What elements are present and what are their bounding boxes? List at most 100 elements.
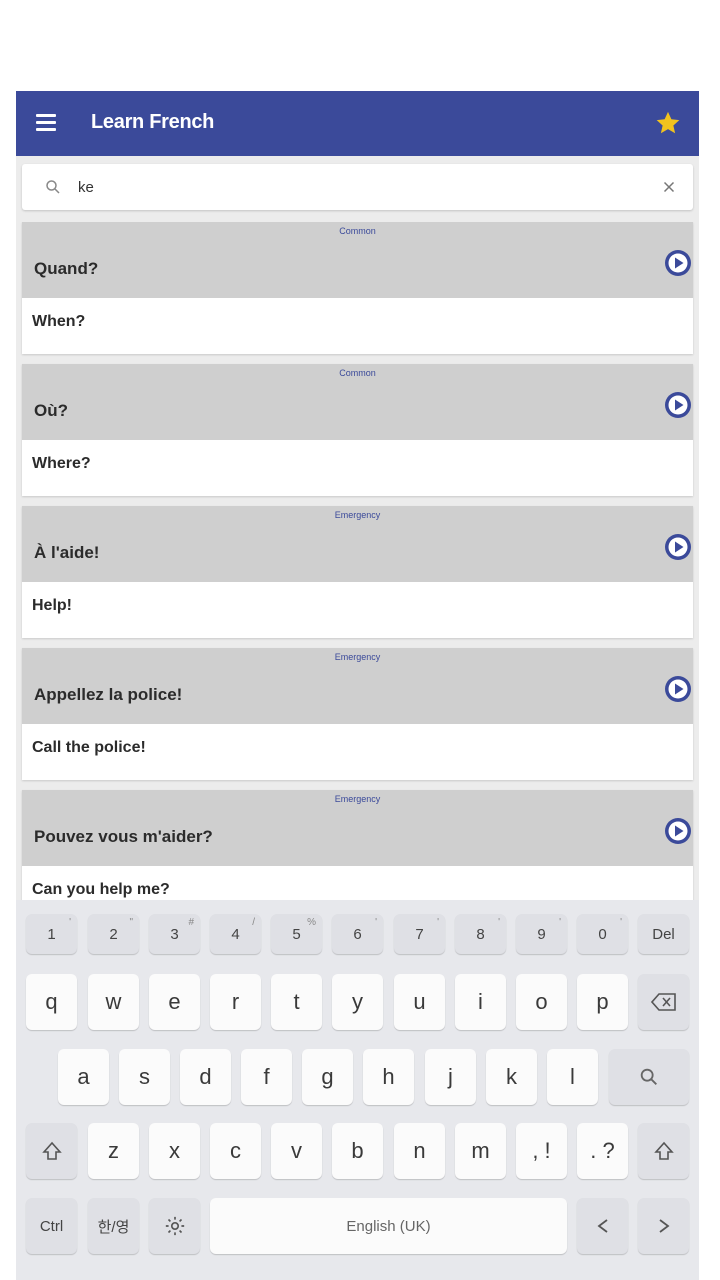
key-z[interactable]: z [88, 1123, 139, 1179]
french-phrase: Où? [34, 401, 68, 420]
key-k[interactable]: k [486, 1049, 537, 1105]
key-f[interactable]: f [241, 1049, 292, 1105]
key-hint: ' [69, 917, 71, 928]
key-c[interactable]: c [210, 1123, 261, 1179]
app-bar: Learn French [16, 91, 699, 156]
backspace-key[interactable] [638, 974, 689, 1030]
search-key[interactable] [609, 1049, 689, 1105]
key-t[interactable]: t [271, 974, 322, 1030]
phrase-card[interactable]: Emergency À l'aide! Help! [22, 506, 693, 638]
key-6[interactable]: 6 ' [332, 914, 383, 954]
key-4[interactable]: 4/ [210, 914, 261, 954]
shift-icon [41, 1141, 62, 1160]
play-circle-icon[interactable] [664, 391, 692, 419]
search-bar [22, 164, 693, 210]
phrase-card[interactable]: Common Où? Where? [22, 364, 693, 496]
key-hint: ' [375, 917, 377, 928]
play-circle-icon[interactable] [664, 249, 692, 277]
key-8[interactable]: 8 ' [455, 914, 506, 954]
shift-key[interactable] [26, 1123, 77, 1179]
play-circle-icon[interactable] [664, 533, 692, 561]
key-label: 6 [353, 925, 362, 943]
play-circle-icon[interactable] [664, 817, 692, 845]
key-label: 0 [598, 925, 607, 943]
key-p[interactable]: p [577, 974, 628, 1030]
category-label: Common [339, 368, 376, 378]
key-o[interactable]: o [516, 974, 567, 1030]
key-7[interactable]: 7 ' [394, 914, 445, 954]
english-translation: Call the police! [32, 739, 146, 756]
search-icon [46, 180, 60, 194]
key-e[interactable]: e [149, 974, 200, 1030]
phrase-card[interactable]: Emergency Pouvez vous m'aider? Can you h… [22, 790, 693, 901]
del-key[interactable]: Del [638, 914, 689, 954]
key-a[interactable]: a [58, 1049, 109, 1105]
phrase-card[interactable]: Common Quand? When? [22, 222, 693, 354]
key-s[interactable]: s [119, 1049, 170, 1105]
key-label: 5 [292, 925, 301, 943]
gear-icon [165, 1216, 184, 1236]
category-label: Emergency [334, 652, 381, 662]
star-icon[interactable] [654, 109, 682, 137]
key-hint: # [188, 917, 194, 928]
app-title: Learn French [91, 111, 215, 133]
space-key[interactable]: English (UK) [210, 1198, 567, 1254]
ctrl-key[interactable]: Ctrl [26, 1198, 77, 1254]
category-label: Emergency [334, 794, 381, 804]
menu-icon[interactable] [36, 114, 56, 132]
key-2[interactable]: 2 " [88, 914, 139, 954]
settings-key[interactable] [149, 1198, 200, 1254]
period-key[interactable]: . ? [577, 1123, 628, 1179]
english-translation: Help! [32, 597, 72, 614]
french-phrase: Appellez la police! [34, 685, 183, 704]
play-circle-icon[interactable] [664, 675, 692, 703]
category-label: Common [339, 226, 376, 236]
key-0[interactable]: 0 ' [577, 914, 628, 954]
key-v[interactable]: v [271, 1123, 322, 1179]
key-9[interactable]: 9 ' [516, 914, 567, 954]
key-l[interactable]: l [547, 1049, 598, 1105]
key-g[interactable]: g [302, 1049, 353, 1105]
key-5[interactable]: 5% [271, 914, 322, 954]
key-b[interactable]: b [332, 1123, 383, 1179]
phrase-header: Emergency À l'aide! [22, 506, 693, 582]
comma-key[interactable]: , ! [516, 1123, 567, 1179]
search-input[interactable] [78, 174, 638, 200]
category-label: Emergency [334, 510, 381, 520]
language-switch-key[interactable]: 한/영 [88, 1198, 139, 1254]
shift-key-right[interactable] [638, 1123, 689, 1179]
key-h[interactable]: h [363, 1049, 414, 1105]
key-hint: ' [559, 917, 561, 928]
key-hint: % [307, 917, 316, 928]
key-q[interactable]: q [26, 974, 77, 1030]
french-phrase: À l'aide! [34, 543, 100, 562]
key-hint: ' [620, 917, 622, 928]
french-phrase: Pouvez vous m'aider? [34, 827, 213, 846]
key-w[interactable]: w [88, 974, 139, 1030]
key-hint: / [252, 917, 255, 928]
key-n[interactable]: n [394, 1123, 445, 1179]
key-j[interactable]: j [425, 1049, 476, 1105]
cursor-right-key[interactable] [638, 1198, 689, 1254]
english-translation: Can you help me? [32, 881, 170, 898]
key-u[interactable]: u [394, 974, 445, 1030]
key-i[interactable]: i [455, 974, 506, 1030]
phrase-header: Emergency Pouvez vous m'aider? [22, 790, 693, 866]
phrase-card[interactable]: Emergency Appellez la police! Call the p… [22, 648, 693, 780]
key-3[interactable]: 3 # [149, 914, 200, 954]
key-d[interactable]: d [180, 1049, 231, 1105]
phrase-list: Common Quand? When? Common Où? Where? Em… [16, 222, 699, 901]
key-hint: ' [498, 917, 500, 928]
key-r[interactable]: r [210, 974, 261, 1030]
cursor-left-key[interactable] [577, 1198, 628, 1254]
key-hint: " [129, 917, 133, 928]
backspace-icon [650, 993, 676, 1011]
search-icon [640, 1068, 657, 1085]
key-label: 7 [415, 925, 424, 943]
close-icon[interactable] [660, 178, 678, 196]
key-1[interactable]: 1 ' [26, 914, 77, 954]
key-m[interactable]: m [455, 1123, 506, 1179]
key-x[interactable]: x [149, 1123, 200, 1179]
arrow-left-icon [597, 1219, 608, 1233]
key-y[interactable]: y [332, 974, 383, 1030]
